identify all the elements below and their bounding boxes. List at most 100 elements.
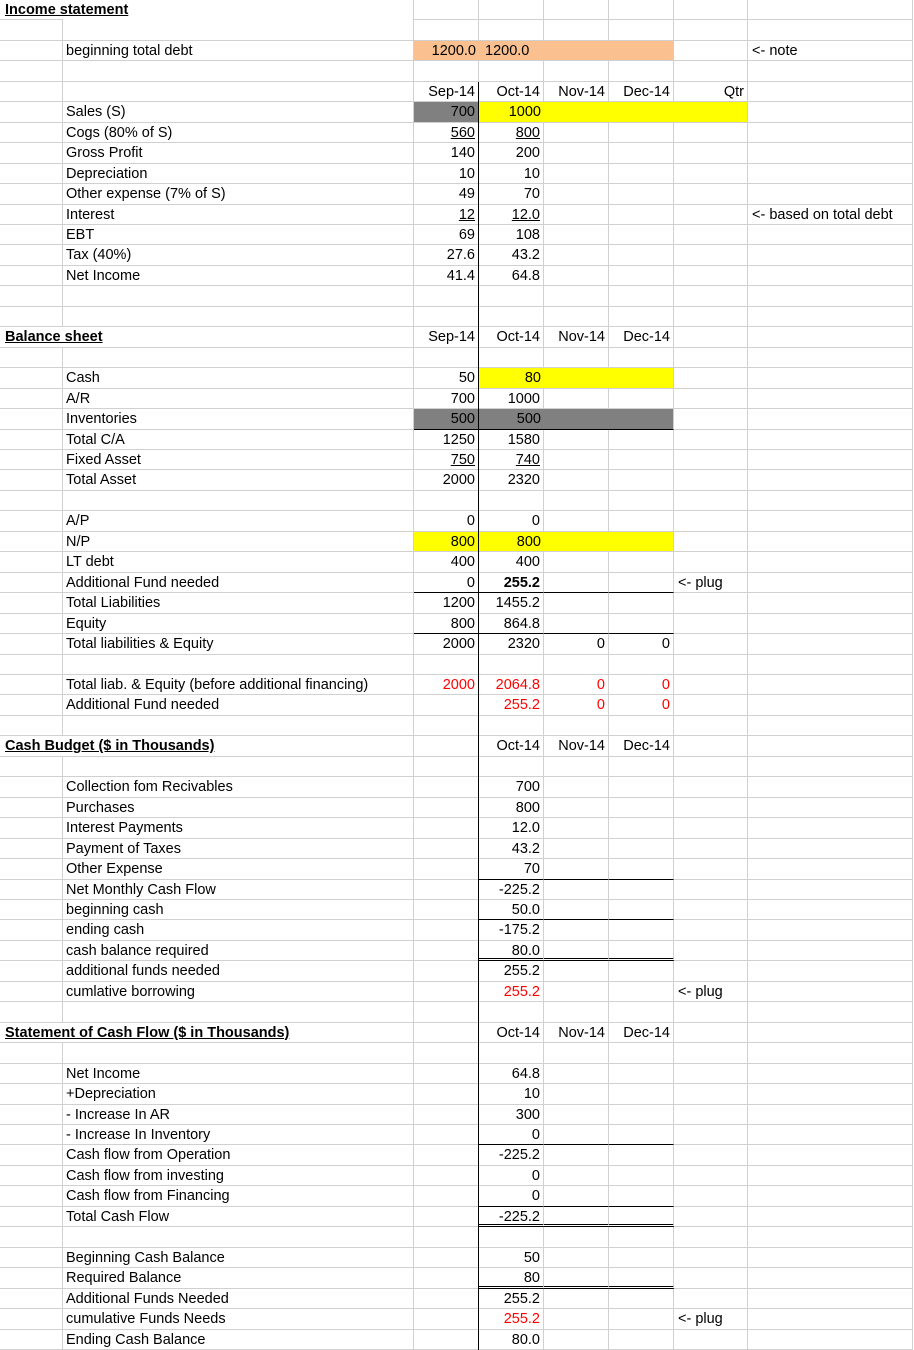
cell-d[interactable]: 2320: [479, 470, 544, 491]
cell-g[interactable]: [674, 552, 748, 573]
row-label[interactable]: Interest Payments: [63, 818, 414, 839]
cell-e[interactable]: [544, 715, 609, 737]
cell-d[interactable]: 800: [479, 531, 544, 553]
cell-g[interactable]: [674, 143, 748, 164]
cell-f[interactable]: [609, 122, 674, 144]
cell-h[interactable]: [748, 1288, 913, 1310]
cell-a[interactable]: [0, 347, 63, 369]
row-label[interactable]: Cash flow from Financing: [63, 1186, 414, 1207]
cell-e[interactable]: [544, 552, 609, 573]
cell-d[interactable]: 255.2: [479, 981, 544, 1003]
cell-h[interactable]: [748, 552, 913, 573]
cell-a[interactable]: [0, 634, 63, 655]
row-label[interactable]: Net Income: [63, 265, 414, 287]
cell-d[interactable]: 2320: [479, 634, 544, 655]
cell-f[interactable]: [609, 1227, 674, 1248]
cell-c[interactable]: [414, 61, 479, 82]
cell-c[interactable]: 12: [414, 204, 479, 225]
cell-c[interactable]: 560: [414, 122, 479, 144]
cell-e[interactable]: [544, 572, 609, 594]
cell-h[interactable]: [748, 490, 913, 512]
cell-e[interactable]: [544, 511, 609, 532]
cell-c[interactable]: [414, 1186, 479, 1207]
cell-g[interactable]: [674, 286, 748, 307]
cell-g[interactable]: [674, 675, 748, 696]
cell-e[interactable]: 0: [544, 695, 609, 716]
cell-h[interactable]: [748, 327, 913, 348]
cell-g[interactable]: [674, 0, 748, 21]
cell-f[interactable]: [609, 1186, 674, 1207]
cell-d[interactable]: 50.0: [479, 900, 544, 921]
cell-c[interactable]: 41.4: [414, 265, 479, 287]
cell-c[interactable]: 800: [414, 613, 479, 635]
row-label[interactable]: N/P: [63, 531, 414, 553]
row-label[interactable]: beginning cash: [63, 900, 414, 921]
cell-f[interactable]: [609, 961, 674, 982]
cell-a[interactable]: [0, 204, 63, 225]
cell-a[interactable]: [0, 1268, 63, 1289]
cell-e[interactable]: Nov-14: [544, 1022, 609, 1044]
row-label[interactable]: Additional Fund needed: [63, 572, 414, 594]
cell-d[interactable]: [479, 490, 544, 512]
cell-h[interactable]: [748, 1329, 913, 1350]
row-label[interactable]: Cash flow from Operation: [63, 1145, 414, 1166]
cell-a[interactable]: [0, 490, 63, 512]
cell-h[interactable]: [748, 265, 913, 287]
cell-d[interactable]: Oct-14: [479, 327, 544, 348]
row-label[interactable]: ending cash: [63, 920, 414, 941]
cell-a[interactable]: [0, 613, 63, 635]
cell-c[interactable]: [414, 961, 479, 982]
cell-d[interactable]: 1000: [479, 388, 544, 410]
row-label[interactable]: Total Liabilities: [63, 593, 414, 614]
cell-c[interactable]: [414, 306, 479, 328]
row-label[interactable]: Additional Funds Needed: [63, 1288, 414, 1310]
cell-f[interactable]: [609, 470, 674, 491]
cell-d[interactable]: 255.2: [479, 961, 544, 982]
cell-d[interactable]: 0: [479, 1186, 544, 1207]
cell-h[interactable]: [748, 777, 913, 798]
cell-g[interactable]: <- plug: [674, 572, 748, 594]
cell-g[interactable]: [674, 1125, 748, 1146]
cell-e[interactable]: [544, 409, 609, 430]
row-label[interactable]: Ending Cash Balance: [63, 1329, 414, 1350]
cell-g[interactable]: [674, 1268, 748, 1289]
cell-f[interactable]: [609, 61, 674, 82]
cell-h[interactable]: [748, 756, 913, 778]
cell-f[interactable]: [609, 0, 674, 21]
cell-d[interactable]: [479, 347, 544, 369]
cell-g[interactable]: [674, 368, 748, 389]
cell-g[interactable]: [674, 102, 748, 123]
cell-a[interactable]: [0, 61, 63, 82]
cell-f[interactable]: [609, 715, 674, 737]
cell-c[interactable]: 140: [414, 143, 479, 164]
cell-e[interactable]: [544, 818, 609, 839]
cell-a[interactable]: [0, 572, 63, 594]
row-label[interactable]: cash balance required: [63, 940, 414, 962]
cell-g[interactable]: [674, 204, 748, 225]
cell-c[interactable]: [414, 838, 479, 860]
cell-g[interactable]: [674, 429, 748, 450]
cell-g[interactable]: [674, 470, 748, 491]
cell-g[interactable]: [674, 634, 748, 655]
cell-g[interactable]: [674, 20, 748, 41]
cell-h[interactable]: [748, 531, 913, 553]
cell-f[interactable]: [609, 1145, 674, 1166]
cell-d[interactable]: 70: [479, 184, 544, 205]
cell-h[interactable]: [748, 715, 913, 737]
cell-h[interactable]: [748, 388, 913, 410]
cell-e[interactable]: [544, 756, 609, 778]
cell-a[interactable]: [0, 245, 63, 266]
cell-h[interactable]: <- note: [748, 40, 913, 62]
cell-f[interactable]: [609, 1043, 674, 1064]
cell-h[interactable]: [748, 675, 913, 696]
cell-f[interactable]: [609, 572, 674, 594]
cell-f[interactable]: [609, 1084, 674, 1105]
cell-c[interactable]: Sep-14: [414, 81, 479, 103]
cell-e[interactable]: [544, 1309, 609, 1330]
cell-c[interactable]: [414, 1002, 479, 1023]
row-label[interactable]: Gross Profit: [63, 143, 414, 164]
cell-h[interactable]: [748, 1165, 913, 1187]
cell-f[interactable]: [609, 1309, 674, 1330]
row-label[interactable]: Sales (S): [63, 102, 414, 123]
cell-d[interactable]: 43.2: [479, 838, 544, 860]
